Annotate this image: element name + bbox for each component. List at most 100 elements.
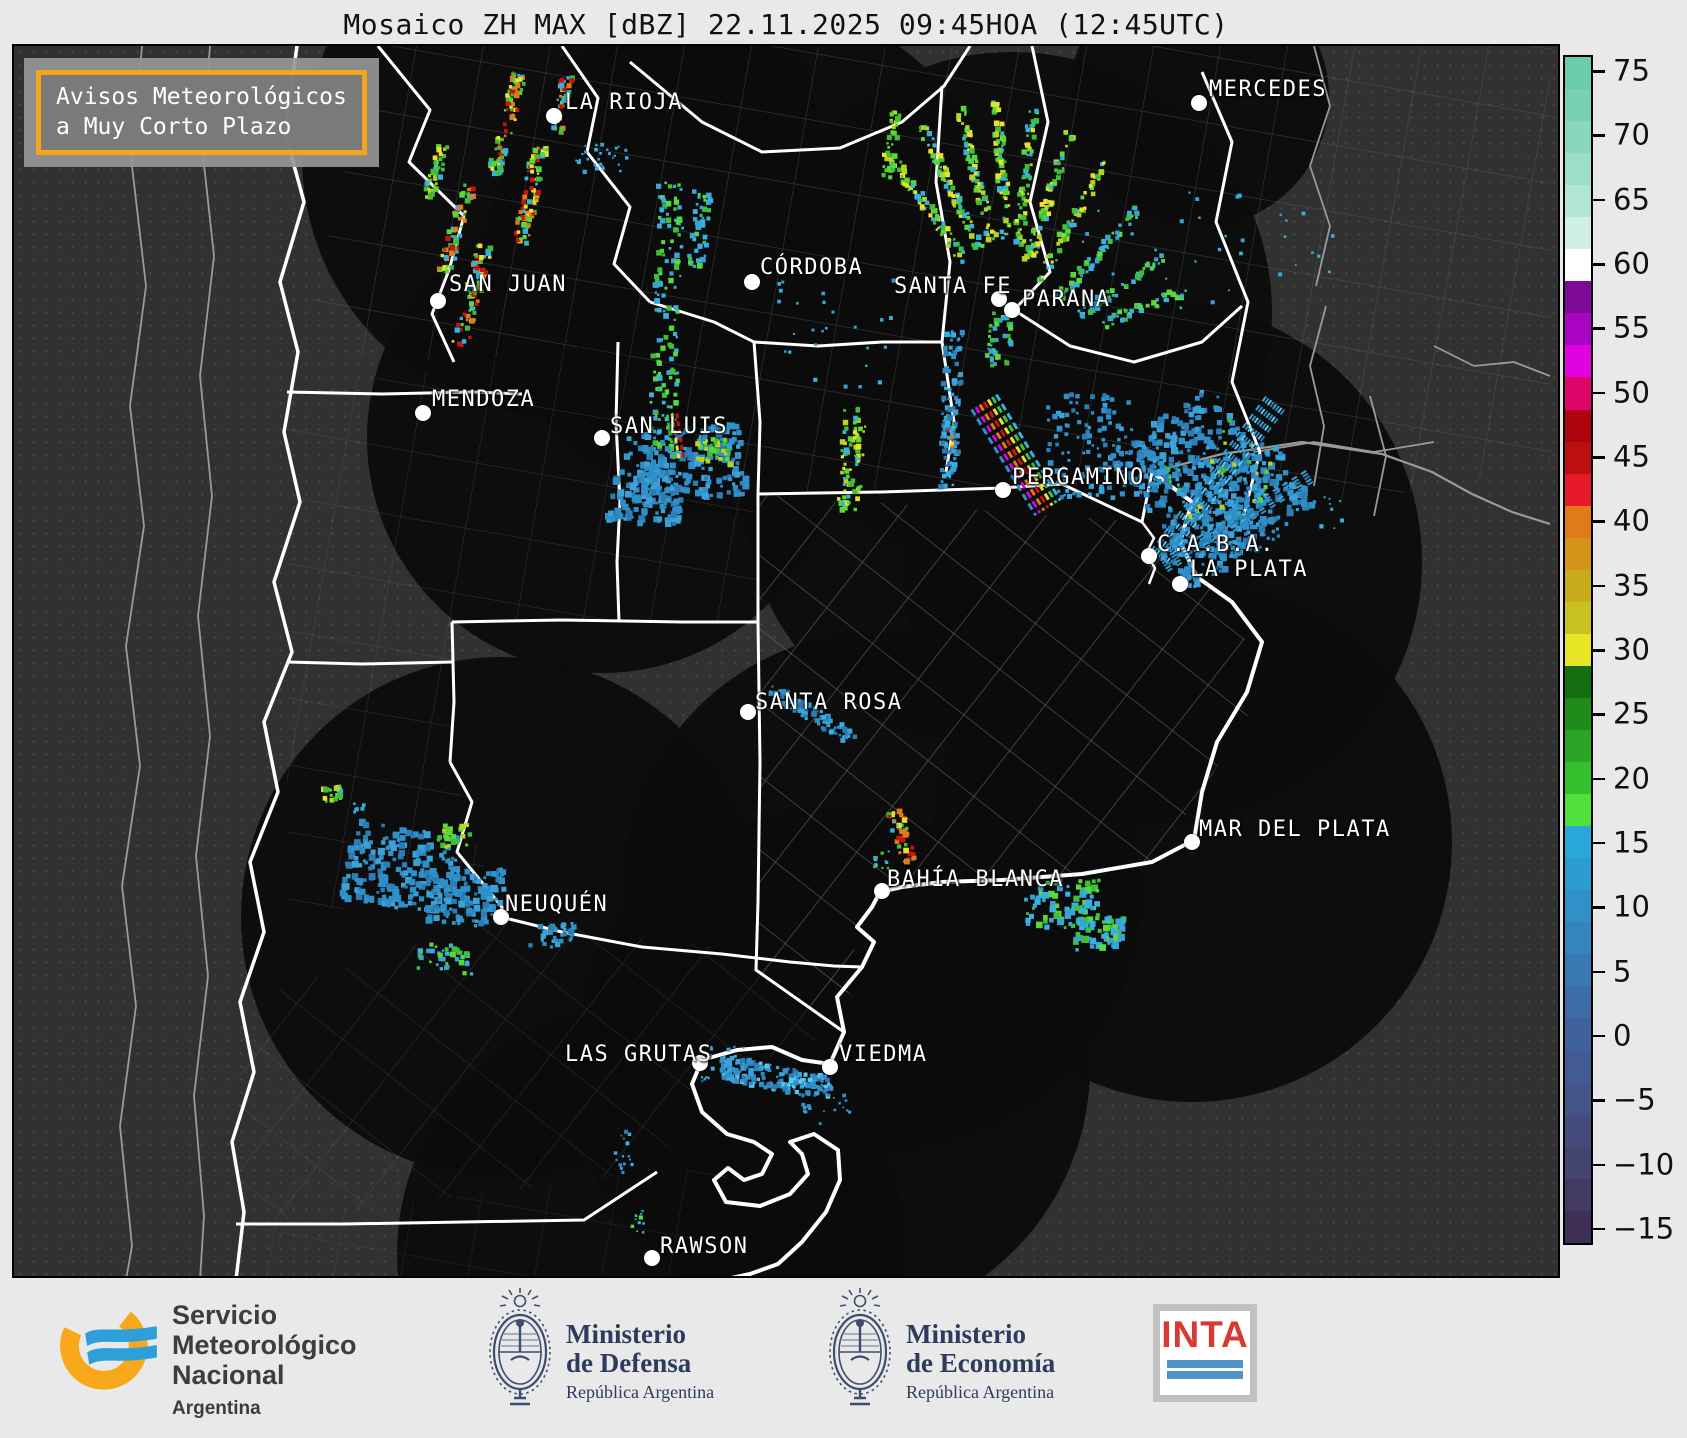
colorbar-tick bbox=[1592, 1099, 1605, 1102]
colorbar-tick bbox=[1592, 713, 1605, 716]
colorbar-segment bbox=[1565, 537, 1591, 570]
colorbar-segment bbox=[1565, 986, 1591, 1019]
colorbar-segment bbox=[1565, 794, 1591, 827]
smn-logo-icon bbox=[60, 1302, 157, 1390]
colorbar-tick-label: 5 bbox=[1613, 953, 1632, 988]
colorbar-tick bbox=[1592, 906, 1605, 909]
colorbar-tick-label: 35 bbox=[1613, 567, 1650, 602]
colorbar-segment bbox=[1565, 281, 1591, 314]
inta-logo: INTA bbox=[1153, 1304, 1257, 1402]
colorbar-tick bbox=[1592, 134, 1605, 137]
city-label-mendoza: MENDOZA bbox=[432, 387, 536, 412]
colorbar-tick bbox=[1592, 1034, 1605, 1038]
colorbar-segment bbox=[1565, 858, 1591, 891]
smn-wordmark: Servicio Meteorológico Nacional Argentin… bbox=[172, 1300, 357, 1419]
colorbar-segment bbox=[1565, 729, 1591, 763]
colorbar-segment bbox=[1565, 1082, 1591, 1115]
city-dot-mendoza bbox=[415, 405, 431, 421]
ministerio-economia-wordmark: Ministerio de Economía República Argenti… bbox=[906, 1319, 1056, 1403]
colorbar-tick-label: 55 bbox=[1613, 310, 1650, 345]
reflectivity-colorbar bbox=[1563, 55, 1593, 1245]
colorbar-segment bbox=[1565, 665, 1591, 698]
colorbar-segment bbox=[1565, 121, 1591, 154]
colorbar-segment bbox=[1565, 1018, 1591, 1051]
colorbar-tick-label: −15 bbox=[1613, 1211, 1675, 1246]
colorbar-segment bbox=[1565, 473, 1591, 506]
colorbar-tick bbox=[1592, 198, 1605, 202]
ministerio-defensa-wordmark: Ministerio de Defensa República Argentin… bbox=[566, 1319, 715, 1403]
city-dot-san-juan bbox=[430, 293, 446, 309]
colorbar-segment bbox=[1565, 345, 1591, 378]
colorbar-tick-label: 25 bbox=[1613, 696, 1650, 731]
colorbar-tick-label: 40 bbox=[1613, 503, 1650, 538]
colorbar-tick bbox=[1592, 327, 1605, 330]
colorbar-tick bbox=[1592, 649, 1605, 652]
city-label-la-plata: LA PLATA bbox=[1190, 557, 1308, 582]
city-label-viedma: VIEDMA bbox=[839, 1042, 928, 1067]
colorbar-tick bbox=[1592, 1227, 1605, 1231]
colorbar-tick bbox=[1592, 777, 1605, 781]
city-dot-pergamino bbox=[995, 482, 1011, 498]
city-dot-c-rdoba bbox=[744, 274, 760, 290]
colorbar-segment bbox=[1565, 313, 1591, 346]
colorbar-segment bbox=[1565, 377, 1591, 410]
city-dot-la-rioja bbox=[546, 108, 562, 124]
colorbar-segment bbox=[1565, 569, 1591, 602]
colorbar-tick bbox=[1592, 520, 1605, 523]
radar-mosaic-page: { "header": { "title": "Mosaico ZH MAX [… bbox=[0, 0, 1687, 1438]
colorbar-segment bbox=[1565, 153, 1591, 186]
colorbar-segment bbox=[1565, 185, 1591, 218]
warning-box[interactable]: Avisos Meteorológicos a Muy Corto Plazo bbox=[24, 58, 379, 167]
colorbar-tick-label: −5 bbox=[1613, 1082, 1656, 1117]
city-label-mar-del-plata: MAR DEL PLATA bbox=[1199, 817, 1391, 842]
inta-wordmark: INTA bbox=[1161, 1314, 1249, 1355]
city-dot-viedma bbox=[822, 1059, 838, 1075]
colorbar-segment bbox=[1565, 762, 1591, 795]
city-dot-c-a-b-a- bbox=[1141, 548, 1157, 564]
colorbar-segment bbox=[1565, 633, 1591, 666]
colorbar-tick bbox=[1592, 391, 1605, 395]
colorbar-segment bbox=[1565, 409, 1591, 442]
colorbar-segment bbox=[1565, 954, 1591, 987]
colorbar-segment bbox=[1565, 505, 1591, 538]
colorbar-segment bbox=[1565, 249, 1591, 282]
city-label-las-grutas: LAS GRUTAS bbox=[565, 1042, 713, 1067]
city-dot-mar-del-plata bbox=[1184, 834, 1200, 850]
colorbar-segment bbox=[1565, 217, 1591, 250]
colorbar-tick bbox=[1592, 841, 1605, 845]
colorbar-segment bbox=[1565, 1050, 1591, 1083]
city-label-san-luis: SAN LUIS bbox=[610, 414, 728, 439]
colorbar-tick bbox=[1592, 970, 1605, 974]
colorbar-tick-label: 65 bbox=[1613, 182, 1650, 217]
city-label-santa-rosa: SANTA ROSA bbox=[755, 690, 903, 715]
colorbar-tick-label: 60 bbox=[1613, 246, 1650, 281]
colorbar-segment bbox=[1565, 697, 1591, 730]
colorbar-tick bbox=[1592, 263, 1605, 266]
colorbar-tick bbox=[1592, 456, 1605, 459]
city-dot-parana bbox=[1004, 302, 1020, 318]
city-dot-rawson bbox=[644, 1250, 660, 1266]
inta-bar-bottom bbox=[1167, 1371, 1243, 1379]
colorbar-tick-label: −10 bbox=[1613, 1146, 1675, 1181]
colorbar-segment bbox=[1565, 1210, 1591, 1243]
city-label-san-juan: SAN JUAN bbox=[449, 272, 567, 297]
colorbar-tick-label: 15 bbox=[1613, 825, 1650, 860]
colorbar-tick-label: 20 bbox=[1613, 760, 1650, 795]
radar-map[interactable]: Avisos Meteorológicos a Muy Corto Plazo … bbox=[12, 44, 1560, 1278]
city-label-mercedes: MERCEDES bbox=[1209, 77, 1327, 102]
colorbar-segment bbox=[1565, 826, 1591, 859]
city-label-neuqu-n: NEUQUÉN bbox=[505, 892, 609, 917]
city-label-la-rioja: LA RIOJA bbox=[565, 90, 683, 115]
inta-bar-top bbox=[1167, 1360, 1243, 1368]
city-label-pergamino: PERGAMINO bbox=[1012, 465, 1145, 490]
city-dot-la-plata bbox=[1172, 576, 1188, 592]
colorbar-tick-label: 75 bbox=[1613, 53, 1650, 88]
coat-of-arms-defensa-icon bbox=[489, 1288, 551, 1406]
colorbar-tick bbox=[1592, 1163, 1605, 1167]
warning-line2: a Muy Corto Plazo bbox=[56, 114, 292, 141]
colorbar-tick-label: 50 bbox=[1613, 375, 1650, 410]
city-label-bah-a-blanca: BAHÍA BLANCA bbox=[887, 867, 1064, 892]
map-canvas bbox=[119, 46, 1551, 1276]
city-label-c-a-b-a-: C.A.B.A. bbox=[1157, 532, 1275, 557]
footer: Servicio Meteorológico Nacional Argentin… bbox=[0, 1278, 1687, 1438]
